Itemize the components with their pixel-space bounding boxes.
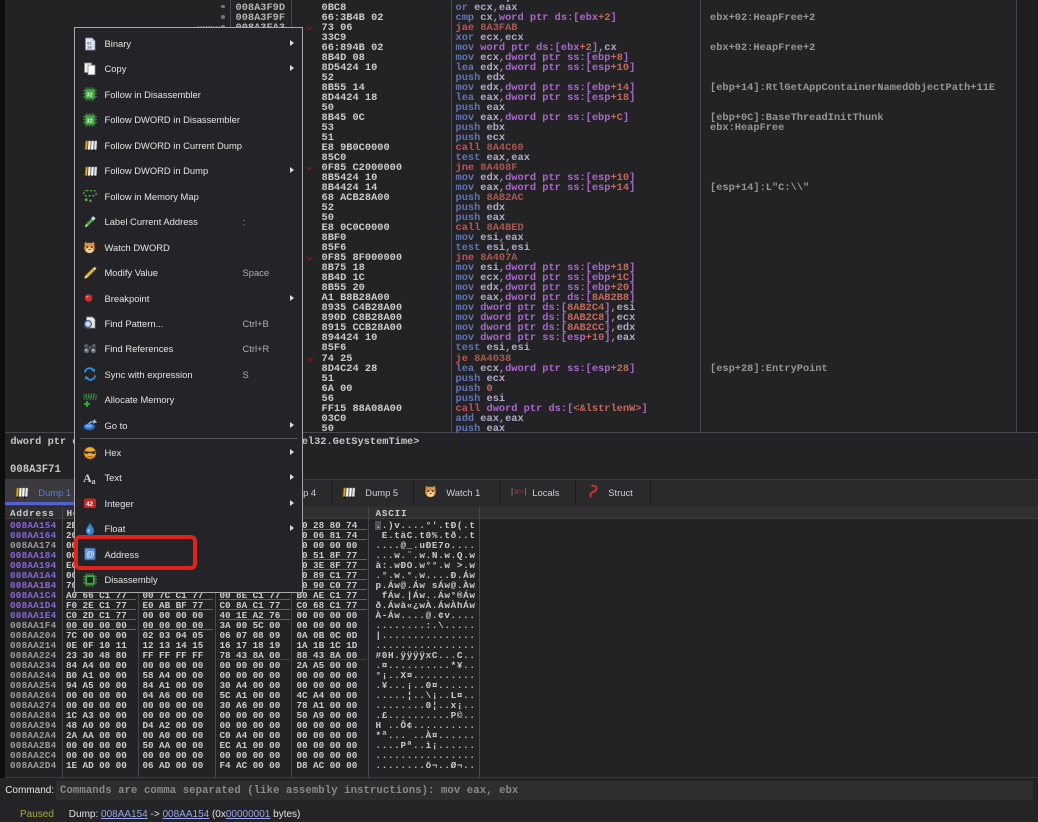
svg-text:10: 10 [87, 46, 92, 50]
svg-text:42: 42 [86, 501, 94, 508]
svg-text:32: 32 [86, 118, 92, 124]
svg-text:32: 32 [86, 93, 92, 99]
